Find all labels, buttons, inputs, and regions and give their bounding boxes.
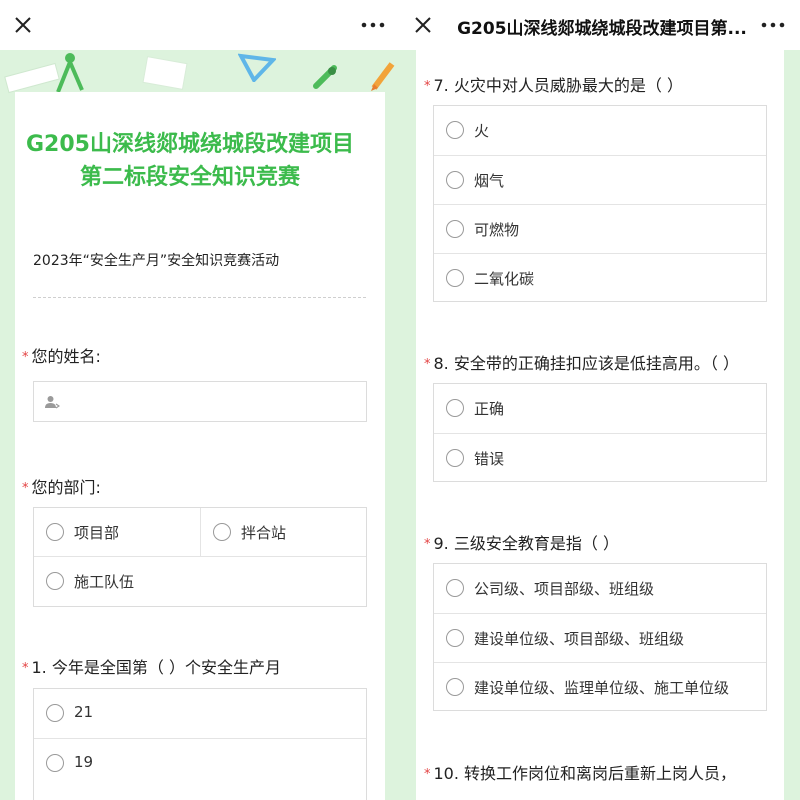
question-dept-label: 您的部门: [31,478,101,497]
nav-bar [0,0,400,50]
form-panel-left: G205山深线郯城绕城段改建项目第二标段安全知识竞赛 2023年“安全生产月”安… [0,0,400,800]
option-row[interactable]: 19 [34,738,366,787]
triangle-ruler-icon [238,53,276,82]
question-10: * 10. 转换工作岗位和离岗后重新上岗人员， [424,760,736,784]
option-label: 火 [474,122,490,140]
option-label: 项目部 [74,524,120,542]
option-label: 烟气 [474,172,505,190]
pen-decoration-icon [313,65,337,89]
question-8-options: 正确 错误 [433,383,767,482]
question-9-label: 9. 三级安全教育是指（ ） [433,534,619,553]
radio-button[interactable] [46,704,64,722]
option-row[interactable]: 烟气 [434,155,766,204]
required-star-icon: * [22,350,29,365]
pencil-decoration-icon [371,62,395,91]
option-label: 正确 [474,400,505,418]
question-7-label: 7. 火灾中对人员威胁最大的是（ ） [433,76,683,95]
required-star-icon: * [22,661,29,676]
compass-decoration-icon [56,53,84,93]
radio-button[interactable] [446,629,464,647]
question-1-options: 21 19 [33,688,367,800]
page-title: G205山深线郯城绕城段改建项目第... [457,19,747,39]
form-panel-right: G205山深线郯城绕城段改建项目第... * 7. 火灾中对人员威胁最大的是（ ）… [400,0,800,800]
option-label: 21 [74,703,94,721]
required-star-icon: * [424,537,431,552]
option-row[interactable]: 可燃物 [434,204,766,253]
option-row[interactable]: 建设单位级、项目部级、班组级 [434,613,766,662]
required-star-icon: * [424,767,431,782]
question-9: * 9. 三级安全教育是指（ ） [424,530,619,554]
close-icon[interactable] [412,14,434,36]
question-9-options: 公司级、项目部级、班组级 建设单位级、项目部级、班组级 建设单位级、监理单位级、… [433,563,767,711]
question-name-label: 您的姓名: [31,347,101,366]
option-label: 二氧化碳 [474,270,535,288]
option-label: 施工队伍 [74,573,135,591]
option-row[interactable]: 21 [34,689,366,738]
nav-bar: G205山深线郯城绕城段改建项目第... [400,0,800,50]
person-icon [45,396,60,409]
radio-button[interactable] [446,678,464,696]
option-label: 建设单位级、监理单位级、施工单位级 [474,679,730,697]
option-label: 建设单位级、项目部级、班组级 [474,630,685,648]
question-10-label: 10. 转换工作岗位和离岗后重新上岗人员， [433,764,737,783]
radio-button[interactable] [446,121,464,139]
close-icon[interactable] [12,14,34,36]
option-row[interactable]: 公司级、项目部级、班组级 [434,564,766,613]
required-star-icon: * [424,79,431,94]
required-star-icon: * [424,357,431,372]
dept-option[interactable]: 施工队伍 [34,557,366,606]
name-input[interactable] [33,381,367,422]
option-row[interactable]: 建设单位级、监理单位级、施工单位级 [434,662,766,711]
option-row[interactable]: 错误 [434,433,766,482]
divider [33,297,366,298]
more-dots-icon[interactable] [760,15,786,35]
option-row[interactable]: 正确 [434,384,766,433]
question-1-label: 1. 今年是全国第（ ）个安全生产月 [31,658,281,677]
radio-button[interactable] [446,399,464,417]
radio-button[interactable] [46,572,64,590]
question-8-label: 8. 安全带的正确挂扣应该是低挂高用。（ ） [433,354,739,373]
option-label: 可燃物 [474,221,520,239]
option-label: 错误 [474,450,505,468]
option-label: 公司级、项目部级、班组级 [474,580,655,598]
question-7-options: 火 烟气 可燃物 二氧化碳 [433,105,767,302]
book-decoration-icon [142,56,188,90]
dept-options: 项目部 拌合站 施工队伍 [33,507,367,607]
form-title: G205山深线郯城绕城段改建项目第二标段安全知识竞赛 [26,132,354,190]
radio-button[interactable] [213,523,231,541]
dept-option[interactable]: 拌合站 [201,508,366,557]
question-7: * 7. 火灾中对人员威胁最大的是（ ） [424,72,683,96]
radio-button[interactable] [446,449,464,467]
form-subtitle: 2023年“安全生产月”安全知识竞赛活动 [33,253,280,269]
option-label: 19 [74,753,94,771]
radio-button[interactable] [446,269,464,287]
question-dept: * 您的部门: [22,474,101,498]
radio-button[interactable] [46,754,64,772]
option-row[interactable]: 火 [434,106,766,155]
question-1: * 1. 今年是全国第（ ）个安全生产月 [22,654,281,678]
radio-button[interactable] [446,220,464,238]
more-dots-icon[interactable] [360,15,386,35]
radio-button[interactable] [446,579,464,597]
question-name: * 您的姓名: [22,343,101,367]
option-label: 拌合站 [241,524,287,542]
dept-option[interactable]: 项目部 [34,508,201,557]
required-star-icon: * [22,481,29,496]
question-8: * 8. 安全带的正确挂扣应该是低挂高用。（ ） [424,350,739,374]
radio-button[interactable] [46,523,64,541]
option-row[interactable]: 二氧化碳 [434,253,766,302]
radio-button[interactable] [446,171,464,189]
